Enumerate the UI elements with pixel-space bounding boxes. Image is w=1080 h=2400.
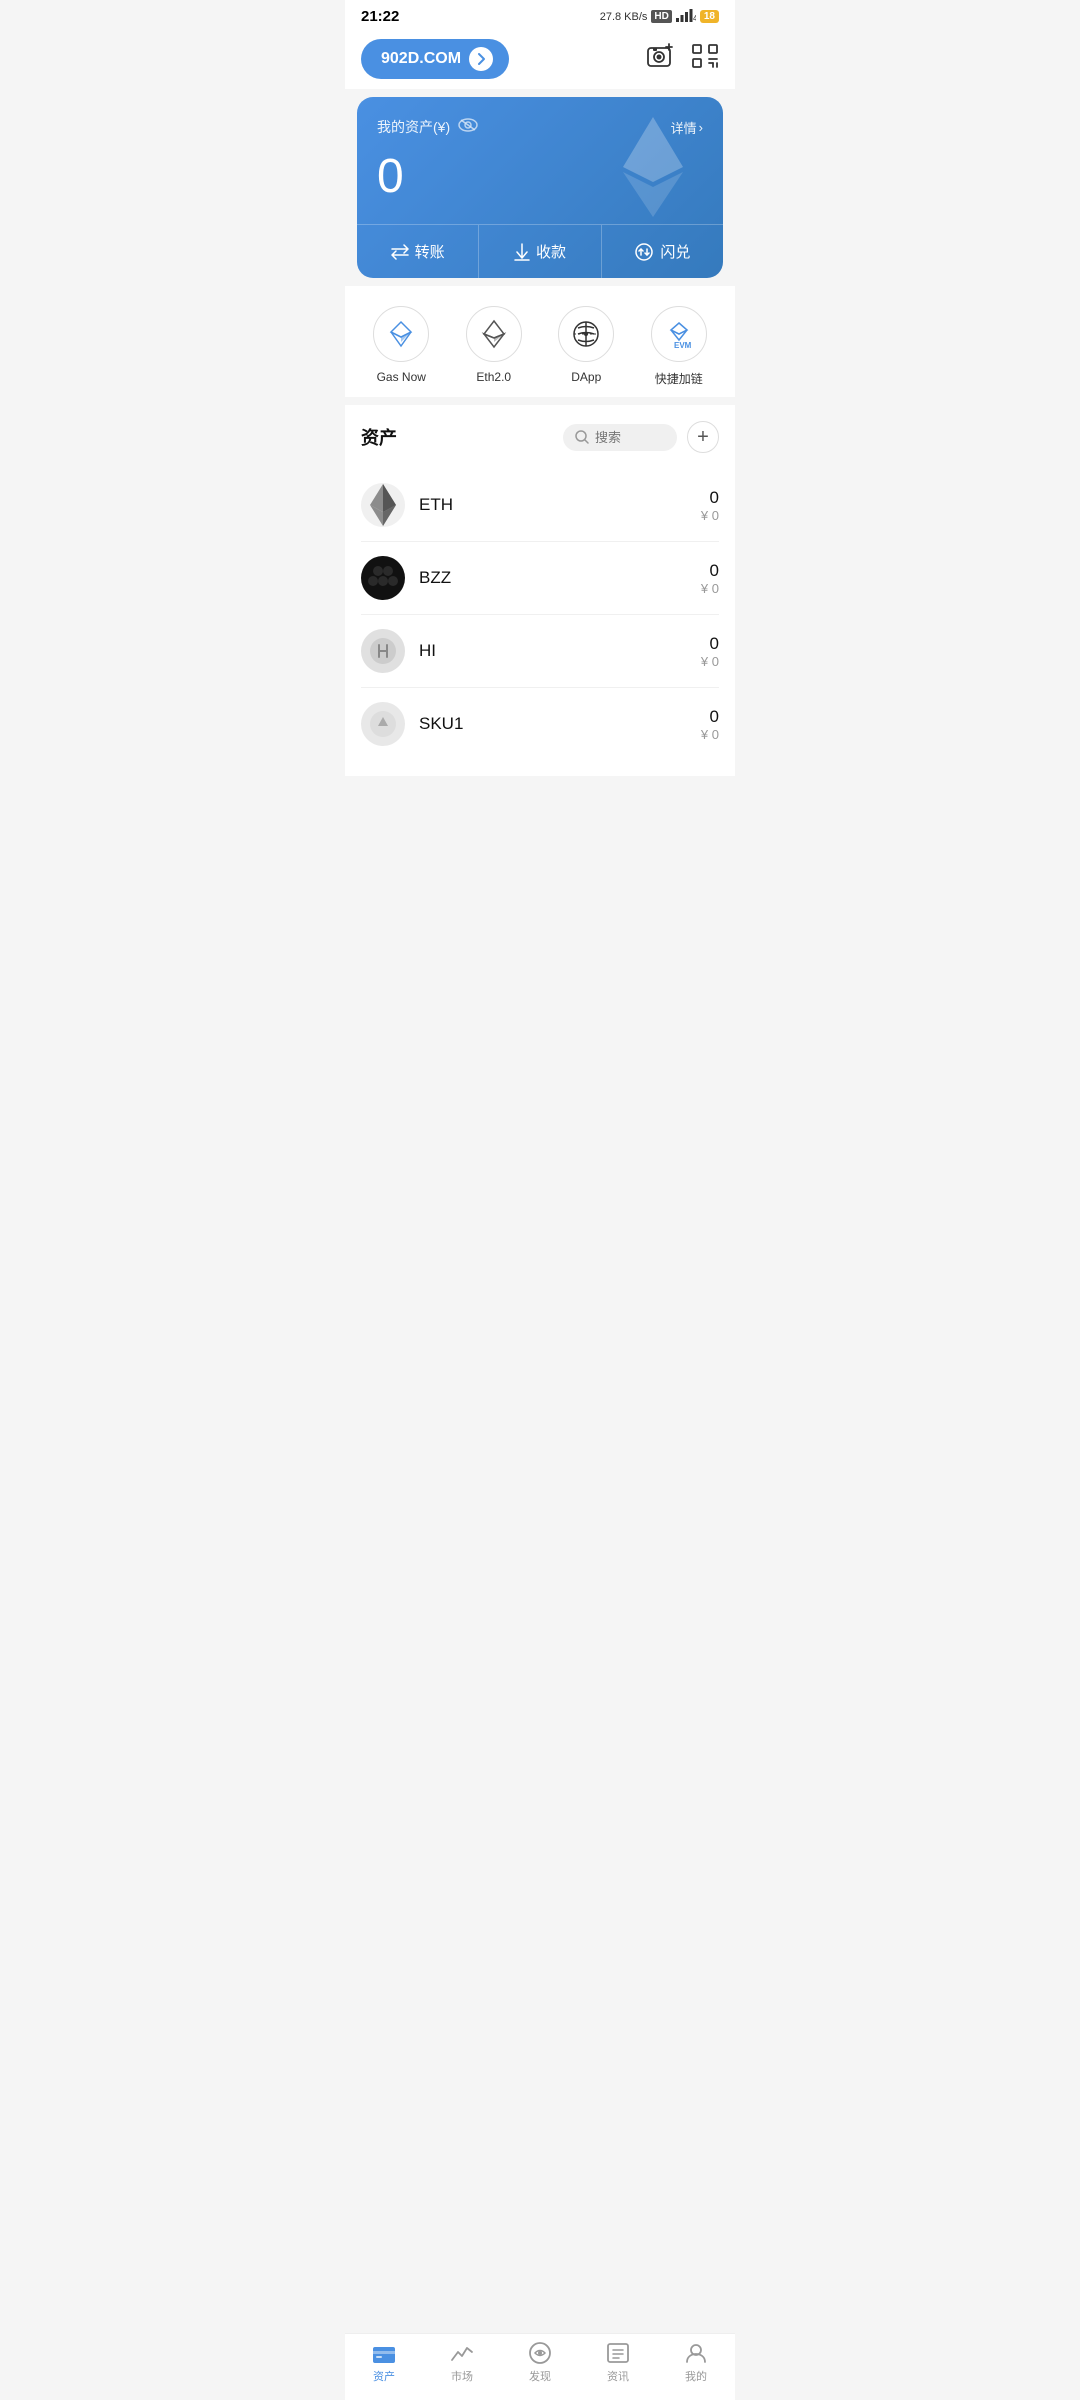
asset-item-eth[interactable]: ETH 0 ¥ 0: [361, 469, 719, 542]
market-nav-icon: [450, 2342, 474, 2364]
bzz-balance: 0: [701, 561, 719, 581]
nav-item-discover[interactable]: 发现: [501, 2342, 579, 2384]
nav-item-market[interactable]: 市场: [423, 2342, 501, 2384]
receive-label: 收款: [536, 241, 566, 262]
header-icon-group: [647, 43, 719, 75]
svg-text:4G: 4G: [693, 14, 696, 22]
bzz-cny: ¥ 0: [701, 581, 719, 596]
nav-label-discover: 发现: [529, 2368, 551, 2384]
search-input[interactable]: [595, 430, 665, 445]
swap-button[interactable]: 闪兑: [602, 225, 723, 278]
search-icon: [575, 430, 589, 444]
hi-cny: ¥ 0: [701, 654, 719, 669]
transfer-label: 转账: [415, 241, 445, 262]
assets-section: 资产 + ETH 0 ¥ 0: [345, 405, 735, 776]
eth-value: 0 ¥ 0: [701, 488, 719, 523]
search-add-row: +: [563, 421, 719, 453]
eth2-label: Eth2.0: [476, 370, 511, 384]
status-time: 21:22: [361, 8, 399, 25]
quick-item-quick-chain[interactable]: EVM 快捷加链: [651, 306, 707, 387]
asset-card: 我的资产(¥) 详情 › 0 转账: [357, 97, 723, 278]
eth-logo: [361, 483, 405, 527]
svg-text:EVM: EVM: [674, 341, 692, 350]
eth2-icon: [466, 306, 522, 362]
header: 902D.COM: [345, 29, 735, 89]
camera-add-button[interactable]: [647, 43, 675, 75]
bottom-nav: 资产 市场 发现 资讯 我的: [345, 2333, 735, 2400]
assets-header: 资产 +: [361, 421, 719, 453]
mine-nav-icon: [684, 2342, 708, 2364]
nav-label-market: 市场: [451, 2368, 473, 2384]
battery-icon: 18: [700, 10, 719, 23]
assets-title: 资产: [361, 424, 397, 450]
gas-now-label: Gas Now: [377, 370, 426, 384]
nav-item-news[interactable]: 资讯: [579, 2342, 657, 2384]
sku1-cny: ¥ 0: [701, 727, 719, 742]
bzz-name: BZZ: [419, 568, 701, 588]
quick-item-eth2[interactable]: Eth2.0: [466, 306, 522, 387]
asset-label: 我的资产(¥): [377, 117, 450, 137]
asset-item-sku1[interactable]: SKU1 0 ¥ 0: [361, 688, 719, 760]
quick-menu: Gas Now Eth2.0 DApp: [345, 286, 735, 397]
dapp-icon: [558, 306, 614, 362]
discover-nav-icon: [528, 2342, 552, 2364]
sku1-balance: 0: [701, 707, 719, 727]
eth-cny: ¥ 0: [701, 508, 719, 523]
nav-item-assets[interactable]: 资产: [345, 2342, 423, 2384]
quick-item-dapp[interactable]: DApp: [558, 306, 614, 387]
scan-button[interactable]: [691, 43, 719, 75]
hi-balance: 0: [701, 634, 719, 654]
sku1-logo: [361, 702, 405, 746]
brand-label: 902D.COM: [381, 50, 461, 68]
bzz-logo: [361, 556, 405, 600]
search-box[interactable]: [563, 424, 677, 451]
transfer-button[interactable]: 转账: [357, 225, 479, 278]
nav-label-mine: 我的: [685, 2368, 707, 2384]
quick-chain-icon: EVM: [651, 306, 707, 362]
hi-logo: [361, 629, 405, 673]
status-icons: 27.8 KB/s HD 4G 18: [600, 8, 719, 25]
asset-item-bzz[interactable]: BZZ 0 ¥ 0: [361, 542, 719, 615]
nav-label-news: 资讯: [607, 2368, 629, 2384]
hd-badge: HD: [651, 10, 671, 23]
gas-now-icon: [373, 306, 429, 362]
action-buttons: 转账 收款 闪兑: [357, 224, 723, 278]
asset-item-hi[interactable]: HI 0 ¥ 0: [361, 615, 719, 688]
add-asset-button[interactable]: +: [687, 421, 719, 453]
bzz-value: 0 ¥ 0: [701, 561, 719, 596]
speed-text: 27.8 KB/s: [600, 11, 648, 23]
status-bar: 21:22 27.8 KB/s HD 4G 18: [345, 0, 735, 29]
nav-label-assets: 资产: [373, 2368, 395, 2384]
dapp-label: DApp: [571, 370, 601, 384]
quick-chain-label: 快捷加链: [655, 370, 703, 387]
sku1-value: 0 ¥ 0: [701, 707, 719, 742]
eye-icon[interactable]: [458, 118, 478, 137]
sku1-name: SKU1: [419, 714, 701, 734]
eth-balance: 0: [701, 488, 719, 508]
network-icon: 4G: [676, 8, 696, 25]
swap-label: 闪兑: [660, 241, 690, 262]
brand-arrow-icon: [469, 47, 493, 71]
detail-link[interactable]: 详情 ›: [671, 118, 703, 137]
eth-name: ETH: [419, 495, 701, 515]
receive-button[interactable]: 收款: [479, 225, 601, 278]
news-nav-icon: [606, 2342, 630, 2364]
asset-label-row: 我的资产(¥): [377, 117, 478, 137]
assets-nav-icon: [372, 2342, 396, 2364]
hi-value: 0 ¥ 0: [701, 634, 719, 669]
nav-item-mine[interactable]: 我的: [657, 2342, 735, 2384]
brand-button[interactable]: 902D.COM: [361, 39, 509, 79]
quick-item-gas-now[interactable]: Gas Now: [373, 306, 429, 387]
hi-name: HI: [419, 641, 701, 661]
